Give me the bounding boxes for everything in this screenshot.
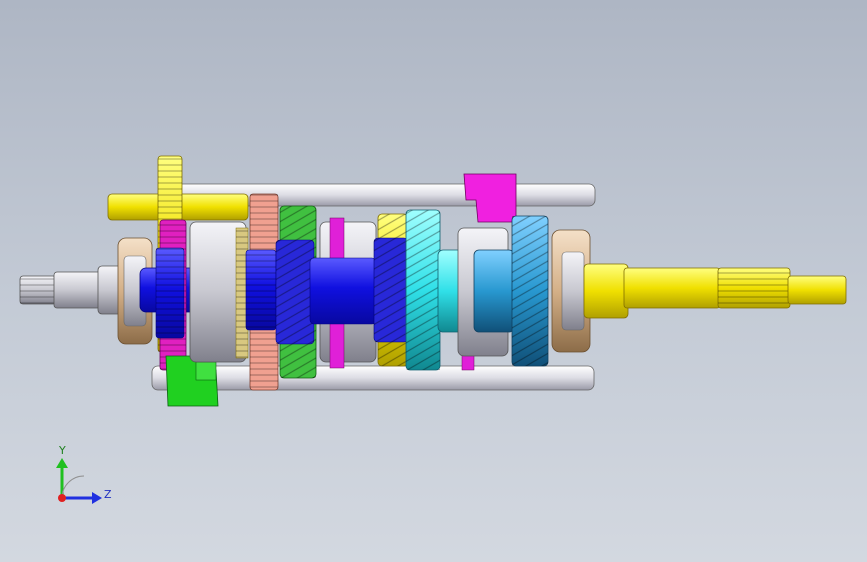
- gear-salmon: [245, 193, 279, 391]
- coordinate-triad: Y Z: [56, 444, 112, 504]
- synchro-hub-3: [457, 227, 515, 357]
- synchro-hub-2: [309, 217, 377, 369]
- triad-y-label: Y: [58, 444, 66, 457]
- y-axis-arrow-icon: [56, 458, 68, 468]
- shift-fork-green: [165, 355, 219, 407]
- input-shaft: [19, 265, 123, 315]
- origin-x-axis-icon: [58, 494, 66, 502]
- 3d-model-viewport[interactable]: Y Z: [0, 0, 867, 562]
- gear-yellow-helical: [373, 213, 409, 367]
- z-axis-arrow-icon: [92, 492, 102, 504]
- output-shaft: [583, 263, 847, 319]
- gear-teal: [511, 215, 549, 367]
- gear-magenta-left: [155, 219, 187, 371]
- triad-z-label: Z: [104, 488, 112, 501]
- synchro-hub-1: [189, 221, 249, 363]
- gear-cyan-helical: [405, 209, 441, 371]
- lower-rod: [151, 365, 595, 391]
